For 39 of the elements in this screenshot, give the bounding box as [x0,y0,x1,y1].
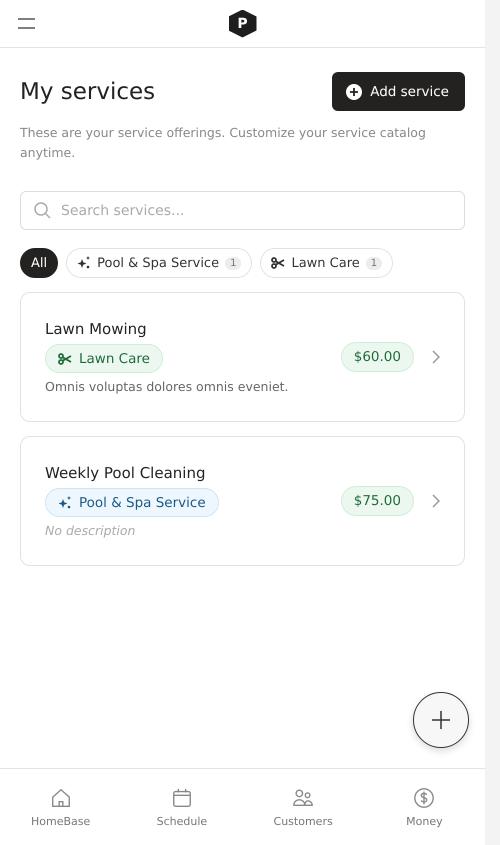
service-card[interactable]: Weekly Pool Cleaning Pool & Spa Service No description $75.00 [20,436,465,566]
service-card[interactable]: Lawn Mowing Lawn Care Omnis voluptas dolores omnis eveniet. $60.00 [20,292,465,422]
chevron-right-icon [432,494,440,508]
service-description: Omnis voluptas dolores omnis eveniet. [45,379,290,394]
search-field[interactable]: Search services... [20,191,465,230]
service-description: No description [45,523,136,538]
nav-item[interactable]: HomeBase [0,769,122,845]
plus-circle-icon [346,84,362,100]
filter-chip[interactable]: Lawn Care 1 [260,248,394,278]
scissors-icon [58,352,72,364]
menu-icon[interactable] [18,18,35,29]
page-title: My services [20,78,156,104]
price-tag: $60.00 [340,342,414,372]
add-service-button[interactable]: Add service [332,72,465,111]
add-floating-button[interactable] [413,692,469,748]
dollar-icon [413,787,436,809]
service-name: Lawn Mowing [45,320,148,338]
search-icon [34,202,51,219]
home-icon [50,787,72,809]
nav-item[interactable]: Schedule [121,769,242,845]
plus-icon [432,711,450,729]
category-tag: Lawn Care [45,344,163,373]
scissors-icon [271,257,286,269]
sparkle-icon [77,256,92,270]
calendar-icon [170,787,193,809]
logo: P [228,10,256,38]
filter-chip[interactable]: All [20,248,58,278]
sparkle-icon [58,496,72,510]
nav-item[interactable]: Customers [242,769,364,845]
price-tag: $75.00 [340,486,414,516]
page-subtitle: These are your service offerings. Customize your service catalog anytime. [20,124,427,162]
count-badge: 1 [225,256,242,270]
chevron-right-icon [432,350,440,364]
service-name: Weekly Pool Cleaning [45,464,206,482]
category-tag: Pool & Spa Service [45,488,219,517]
count-badge: 1 [366,256,382,270]
filter-chip[interactable]: Pool & Spa Service 1 [66,248,252,278]
people-icon [292,787,314,809]
nav-item[interactable]: Money [364,769,485,845]
